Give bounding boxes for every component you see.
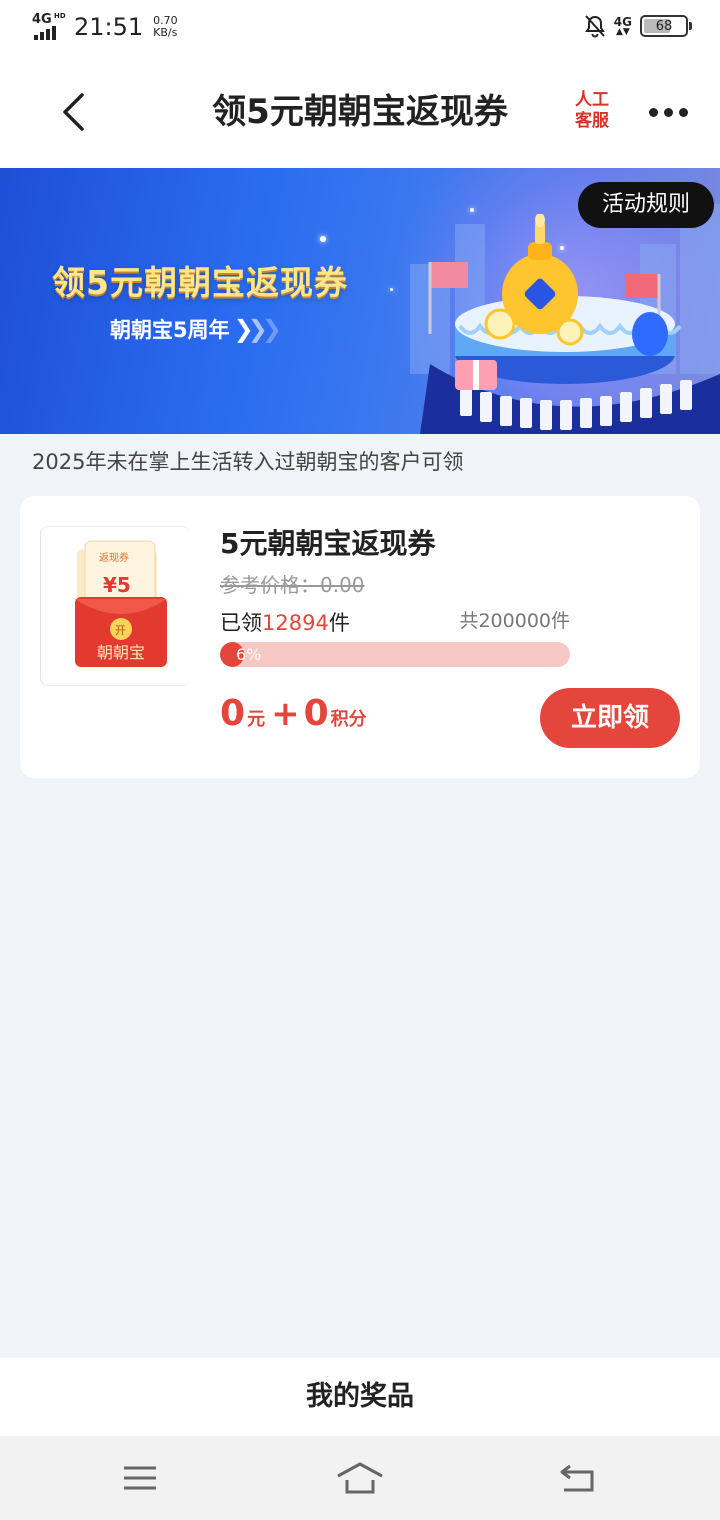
product-title: 5元朝朝宝返现券	[220, 527, 436, 560]
activity-rules-button[interactable]: 活动规则	[577, 182, 714, 228]
eligibility-note: 2025年未在掌上生活转入过朝朝宝的客户可领	[32, 450, 464, 474]
promo-banner[interactable]: 领5元朝朝宝返现券 朝朝宝5周年 ❯❯❯ 活动规则	[0, 168, 720, 434]
network-speed: 0.70 KB/s	[153, 15, 178, 39]
customer-service-label-line2: 客服	[575, 111, 609, 131]
claim-progress-bar: 6%	[220, 642, 570, 667]
return-icon	[560, 1464, 594, 1492]
customer-service-button[interactable]: 人工 客服	[570, 90, 614, 138]
progress-label: 6%	[236, 645, 262, 664]
system-back-button[interactable]	[548, 1454, 608, 1502]
chevron-right-icon: ❯❯❯	[233, 315, 282, 343]
claimed-suffix: 件	[328, 611, 350, 635]
system-home-button[interactable]	[330, 1454, 390, 1502]
birthday-cake-illustration	[420, 214, 720, 434]
thumbnail-open: 开	[115, 624, 126, 637]
menu-icon	[124, 1466, 156, 1490]
my-prizes-button[interactable]: 我的奖品	[0, 1358, 720, 1436]
banner-title: 领5元朝朝宝返现券	[52, 263, 348, 302]
more-dot-icon	[678, 107, 688, 117]
thumbnail-amount: ¥5	[103, 573, 131, 597]
network-hd-badge: HD	[54, 12, 66, 20]
claimed-prefix: 已领	[220, 611, 262, 635]
system-menu-button[interactable]	[110, 1454, 170, 1502]
customer-service-label-line1: 人工	[575, 90, 609, 110]
claim-now-button[interactable]: 立即领	[540, 688, 680, 748]
banner-subtitle-text: 朝朝宝5周年	[110, 318, 230, 342]
status-bar: 4G HD 21:51 0.70 KB/s 4G ▲▼ 68	[0, 0, 720, 56]
status-time: 21:51	[74, 13, 144, 41]
thumbnail-brand: 朝朝宝	[97, 643, 146, 662]
battery-icon: 68	[640, 15, 692, 37]
claimed-number: 12894	[262, 611, 329, 635]
claimed-count: 已领12894件	[220, 608, 350, 638]
reference-price: 参考价格：0.00	[220, 573, 365, 597]
price-points-unit: 积分	[330, 709, 367, 730]
product-thumbnail: 返现券 ¥5 开 朝朝宝	[40, 526, 190, 686]
more-options-button[interactable]	[640, 94, 696, 130]
price-cash: 0	[220, 693, 246, 734]
battery-level: 68	[655, 18, 673, 34]
more-dot-icon	[648, 107, 658, 117]
network-type: 4G	[32, 12, 52, 27]
bell-muted-icon	[584, 15, 605, 38]
price-plus: +	[271, 694, 300, 734]
price-points: 0	[303, 693, 329, 734]
thumbnail-badge: 返现券	[99, 553, 129, 564]
product-card: 返现券 ¥5 开 朝朝宝 5元朝朝宝返现券 参考价格：0.00 已领12894件…	[20, 496, 700, 778]
home-icon	[337, 1462, 383, 1494]
price: 0 元 + 0 积分	[220, 692, 367, 736]
cellular-signal-icon: 4G HD	[32, 12, 66, 40]
total-stock: 共200000件	[459, 610, 570, 632]
network-speed-unit: KB/s	[153, 26, 178, 39]
mobile-data-indicator: 4G ▲▼	[613, 14, 632, 37]
banner-subtitle[interactable]: 朝朝宝5周年 ❯❯❯	[110, 314, 282, 344]
price-cash-unit: 元	[247, 709, 266, 730]
more-dot-icon	[663, 107, 673, 117]
mobile-data-label: 4G	[613, 14, 632, 29]
nav-bar: 领5元朝朝宝返现券 人工 客服	[0, 56, 720, 168]
system-nav-bar	[0, 1436, 720, 1520]
